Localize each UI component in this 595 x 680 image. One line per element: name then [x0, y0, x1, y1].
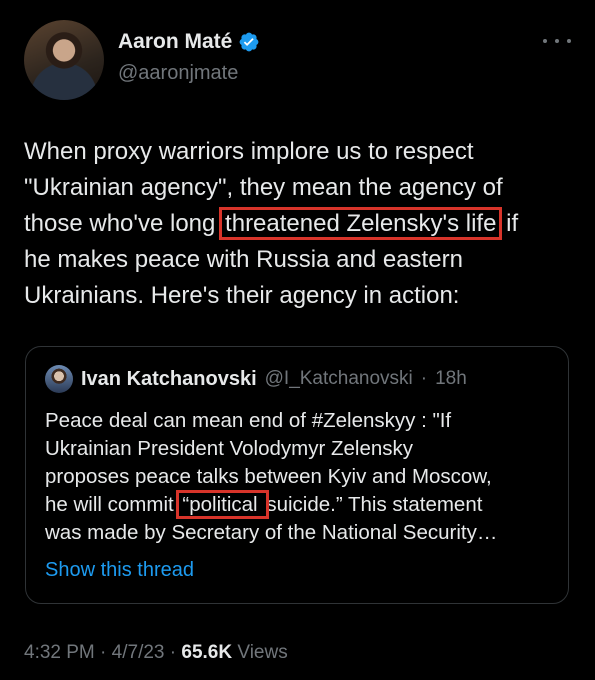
- views-label: Views: [237, 642, 288, 663]
- separator-dot: ·: [100, 642, 107, 663]
- show-thread-link[interactable]: Show this thread: [45, 559, 194, 582]
- separator-dot: ·: [169, 642, 177, 663]
- quoted-tweet-text: Peace deal can mean end of #Zelenskyy : …: [45, 407, 555, 547]
- author-name[interactable]: Aaron Maté: [118, 30, 232, 54]
- quoted-author-name: Ivan Katchanovski: [81, 367, 257, 390]
- tweet-text-segment: those who've long: [24, 210, 223, 237]
- views-count: 65.6K: [181, 642, 233, 663]
- quoted-text-segment: he will commit: [45, 493, 180, 516]
- tweet-time[interactable]: 4:32 PM: [24, 642, 95, 663]
- quoted-timestamp: 18h: [435, 368, 467, 389]
- quoted-line: Ukrainian President Volodymyr Zelensky: [45, 437, 414, 460]
- quoted-text-segment: suicide.” This statement: [266, 493, 483, 516]
- more-options-icon[interactable]: [543, 38, 571, 44]
- tweet-line: When proxy warriors implore us to respec…: [24, 138, 474, 165]
- highlighted-phrase: “political: [176, 490, 270, 519]
- author-name-row: Aaron Maté: [118, 30, 260, 54]
- author-handle[interactable]: @aaronjmate: [118, 62, 238, 85]
- highlighted-phrase: threatened Zelensky's life: [219, 207, 503, 240]
- verified-badge-icon: [239, 32, 259, 52]
- tweet-text-segment: if: [499, 210, 519, 237]
- tweet-line: Ukrainians. Here's their agency in actio…: [24, 282, 460, 309]
- tweet-meta: 4:32 PM · 4/7/23 · 65.6K Views: [24, 642, 288, 664]
- quoted-line: was made by Secretary of the National Se…: [45, 521, 498, 544]
- author-avatar[interactable]: [24, 20, 104, 100]
- tweet-line: "Ukrainian agency", they mean the agency…: [24, 174, 503, 201]
- tweet-line: he makes peace with Russia and eastern: [24, 246, 463, 273]
- quoted-author-handle: @I_Katchanovski: [264, 368, 413, 389]
- quoted-author-avatar: [45, 365, 73, 393]
- quoted-line: proposes peace talks between Kyiv and Mo…: [45, 465, 492, 488]
- separator-dot: ·: [420, 368, 428, 389]
- quoted-tweet[interactable]: Ivan Katchanovski @I_Katchanovski · 18h …: [25, 346, 569, 604]
- tweet-date[interactable]: 4/7/23: [112, 642, 165, 663]
- quoted-line: Peace deal can mean end of #Zelenskyy : …: [45, 409, 452, 432]
- tweet-header: Aaron Maté @aaronjmate: [24, 20, 571, 100]
- quoted-line: he will commit “political suicide.” This…: [45, 490, 555, 519]
- tweet-text: When proxy warriors implore us to respec…: [24, 134, 580, 314]
- tweet-line: those who've long threatened Zelensky's …: [24, 206, 580, 242]
- quoted-tweet-header: Ivan Katchanovski @I_Katchanovski · 18h: [45, 365, 467, 393]
